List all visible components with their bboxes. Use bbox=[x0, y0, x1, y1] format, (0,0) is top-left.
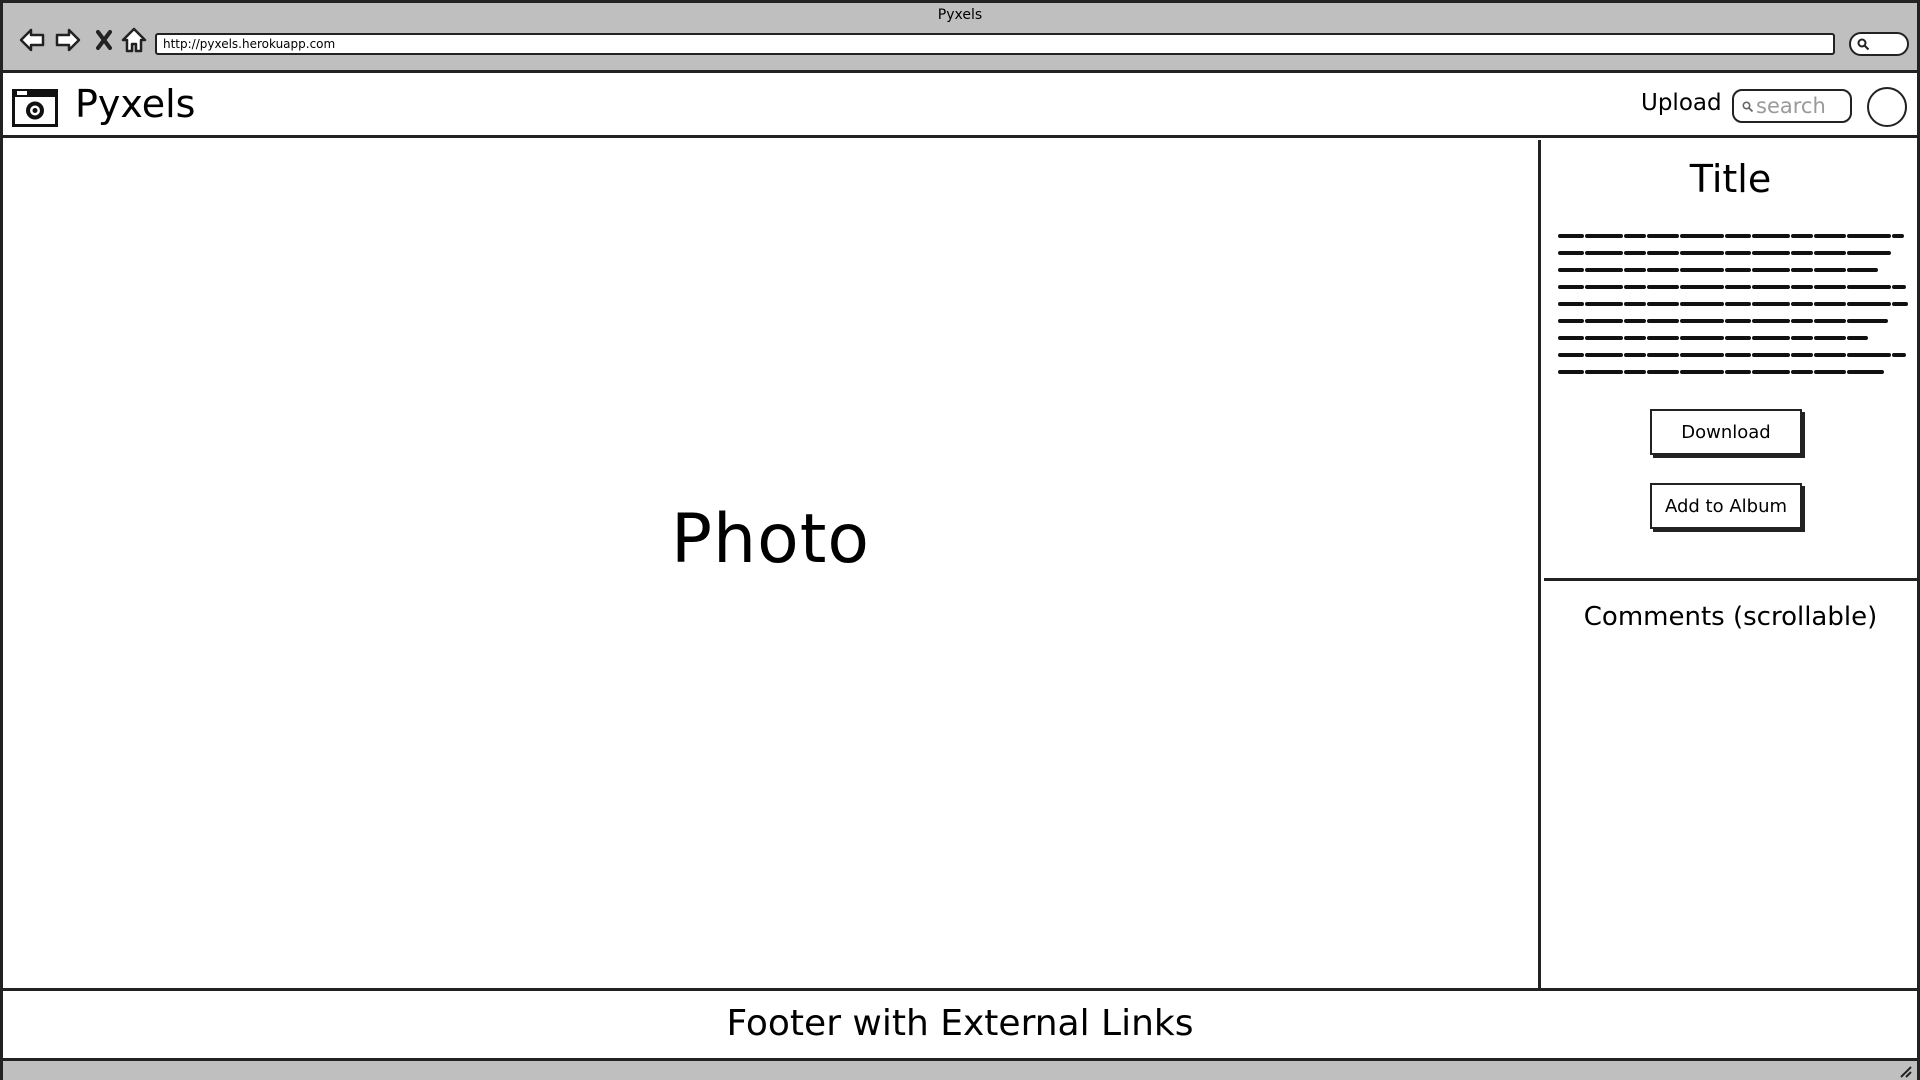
resize-grip-icon[interactable] bbox=[1897, 1063, 1913, 1079]
scribble-text-lines bbox=[1558, 234, 1908, 374]
app-name[interactable]: Pyxels bbox=[75, 82, 195, 126]
add-to-album-button[interactable]: Add to Album bbox=[1650, 483, 1802, 529]
comments-heading: Comments (scrollable) bbox=[1583, 602, 1878, 632]
status-bar bbox=[3, 1058, 1917, 1080]
photo-area: Photo bbox=[3, 140, 1541, 988]
search-icon bbox=[1857, 38, 1870, 51]
search-field[interactable] bbox=[1732, 89, 1852, 123]
download-button[interactable]: Download bbox=[1650, 409, 1802, 455]
comments-panel[interactable]: Comments (scrollable) bbox=[1544, 584, 1917, 988]
footer: Footer with External Links bbox=[3, 988, 1917, 1058]
forward-arrow-icon[interactable] bbox=[53, 25, 83, 55]
back-arrow-icon[interactable] bbox=[17, 25, 47, 55]
description-placeholder-text bbox=[1558, 228, 1908, 378]
photo-title: Title bbox=[1689, 157, 1772, 201]
search-input[interactable] bbox=[1756, 93, 1848, 119]
browser-window: Pyxels http://pyxels.herokuapp.com Pyxel… bbox=[0, 0, 1920, 1080]
window-title: Pyxels bbox=[937, 7, 983, 23]
close-icon[interactable] bbox=[89, 25, 119, 55]
photo-placeholder: Photo bbox=[671, 500, 870, 579]
app-header: Pyxels Upload bbox=[3, 76, 1917, 138]
home-icon[interactable] bbox=[119, 25, 149, 55]
photo-sidebar: Title Download Add to Album Comments (sc… bbox=[1544, 140, 1917, 988]
avatar[interactable] bbox=[1867, 87, 1907, 127]
search-icon bbox=[1742, 101, 1754, 113]
upload-link[interactable]: Upload bbox=[1641, 90, 1722, 116]
photo-details: Title Download Add to Album bbox=[1544, 140, 1917, 581]
address-bar[interactable]: http://pyxels.herokuapp.com bbox=[155, 33, 1835, 55]
browser-search-field[interactable] bbox=[1849, 32, 1909, 56]
footer-links[interactable]: Footer with External Links bbox=[3, 1003, 1917, 1044]
browser-chrome: Pyxels http://pyxels.herokuapp.com bbox=[3, 3, 1917, 73]
camera-icon[interactable] bbox=[11, 85, 59, 129]
